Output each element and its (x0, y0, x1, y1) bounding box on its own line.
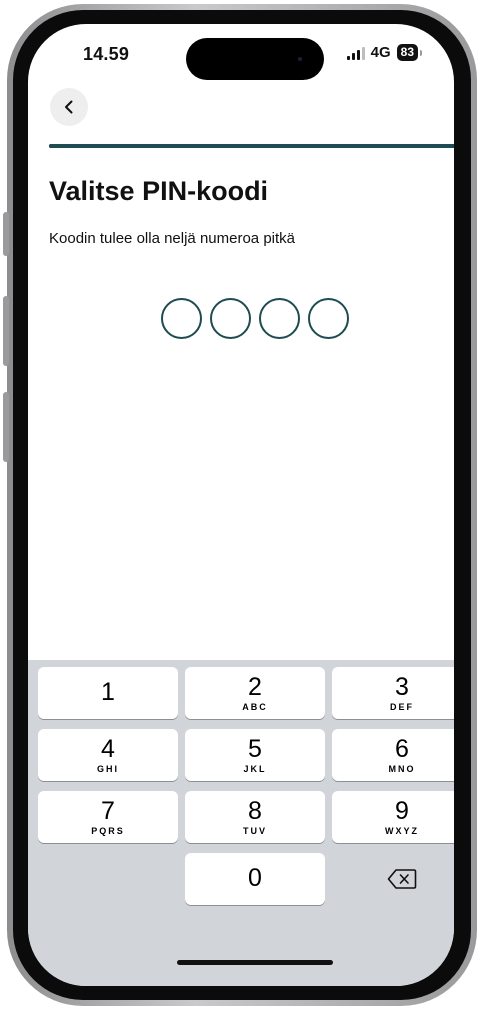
page-subtitle: Koodin tulee olla neljä numeroa pitkä (49, 230, 295, 247)
key-9[interactable]: 9 WXYZ (332, 791, 454, 843)
key-1[interactable]: 1 (38, 667, 178, 719)
pin-dot (259, 298, 300, 339)
key-digit: 8 (248, 797, 262, 825)
key-2[interactable]: 2 ABC (185, 667, 325, 719)
key-digit: 3 (395, 673, 409, 701)
key-digit: 2 (248, 673, 262, 701)
key-digit: 5 (248, 735, 262, 763)
key-3[interactable]: 3 DEF (332, 667, 454, 719)
back-button[interactable] (50, 88, 88, 126)
pin-dot (308, 298, 349, 339)
key-letters: WXYZ (385, 826, 419, 836)
delete-button[interactable] (332, 853, 454, 905)
volume-down-button (3, 392, 9, 462)
key-letters: PQRS (91, 826, 125, 836)
key-7[interactable]: 7 PQRS (38, 791, 178, 843)
network-label: 4G (370, 44, 391, 61)
volume-up-button (3, 296, 9, 366)
backspace-icon (387, 869, 417, 889)
key-8[interactable]: 8 TUV (185, 791, 325, 843)
pin-indicator (161, 298, 349, 339)
key-digit: 6 (395, 735, 409, 763)
screen: 14.59 4G 83 Valitse PIN-koodi Koodin tul… (28, 24, 454, 986)
key-digit: 4 (101, 735, 115, 763)
status-indicators: 4G 83 (346, 44, 422, 61)
key-letters: DEF (390, 702, 414, 712)
key-digit: 7 (101, 797, 115, 825)
chevron-left-icon (65, 100, 73, 114)
key-6[interactable]: 6 MNO (332, 729, 454, 781)
key-digit: 9 (395, 797, 409, 825)
battery-tip (420, 49, 422, 56)
dynamic-island (186, 38, 324, 80)
key-4[interactable]: 4 GHI (38, 729, 178, 781)
key-letters: ABC (242, 702, 268, 712)
battery-icon: 83 (396, 44, 418, 61)
key-letters: JKL (243, 764, 267, 774)
key-letters: MNO (388, 764, 416, 774)
pin-dot (210, 298, 251, 339)
camera-icon (298, 57, 302, 61)
home-indicator[interactable] (177, 960, 333, 965)
page-title: Valitse PIN-koodi (49, 176, 269, 206)
key-letters: GHI (96, 764, 119, 774)
key-letters: TUV (243, 826, 267, 836)
key-0[interactable]: 0 (185, 853, 325, 905)
signal-icon (346, 46, 365, 60)
action-button (3, 212, 9, 256)
pin-dot (161, 298, 202, 339)
numeric-keypad: 1 2 ABC 3 DEF 4 GHI 5 JKL 6 MNO 7 PQRS 8… (28, 660, 454, 986)
progress-fill (49, 144, 454, 148)
status-time: 14.59 (83, 44, 130, 64)
status-bar: 14.59 4G 83 (28, 24, 454, 84)
key-digit: 0 (248, 864, 262, 892)
progress-bar (49, 144, 454, 148)
key-5[interactable]: 5 JKL (185, 729, 325, 781)
key-digit: 1 (101, 678, 115, 706)
